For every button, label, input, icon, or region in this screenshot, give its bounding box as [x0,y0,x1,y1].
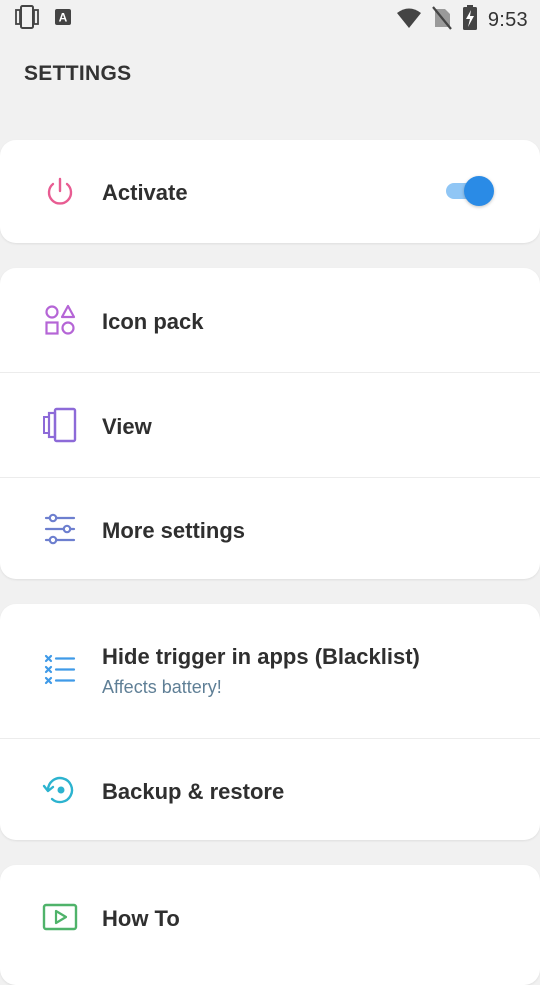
settings-item-label: Hide trigger in apps (Blacklist) [102,644,420,669]
play-video-icon [40,897,80,937]
appearance-card: Icon pack View More settings [0,268,540,579]
help-card: How To [0,865,540,985]
blacklist-icon [40,651,80,691]
layers-view-icon [40,405,80,445]
settings-item-icon-pack[interactable]: Icon pack [0,268,540,373]
settings-item-how-to[interactable]: How To [0,865,540,985]
phone-frame-icon [14,5,40,34]
no-sim-icon [432,6,452,35]
shapes-icon [40,300,80,340]
settings-item-label: Backup & restore [102,779,285,804]
power-icon [40,172,80,212]
toggle-thumb [464,176,494,206]
backup-restore-icon [40,770,80,810]
status-bar: A 9:53 [0,0,540,36]
settings-item-view[interactable]: View [0,373,540,478]
settings-item-label: How To [102,906,180,931]
activate-card: Activate [0,140,540,243]
activate-row[interactable]: Activate [0,140,540,243]
settings-item-blacklist[interactable]: Hide trigger in apps (Blacklist) Affects… [0,604,540,739]
battery-charging-icon [462,5,478,36]
svg-text:A: A [59,11,68,25]
page-title: SETTINGS [24,62,132,85]
tools-card: Hide trigger in apps (Blacklist) Affects… [0,604,540,840]
settings-item-label: Icon pack [102,309,204,334]
sliders-icon [40,509,80,549]
keyboard-a-icon: A [54,7,72,32]
wifi-icon [396,7,422,34]
clock: 9:53 [487,9,528,31]
settings-item-backup-restore[interactable]: Backup & restore [0,739,540,840]
settings-item-label: More settings [102,518,246,543]
settings-item-sublabel: Affects battery! [102,677,222,697]
activate-label: Activate [102,180,188,205]
settings-item-more-settings[interactable]: More settings [0,478,540,579]
activate-toggle[interactable] [444,174,494,206]
settings-item-label: View [102,414,152,439]
